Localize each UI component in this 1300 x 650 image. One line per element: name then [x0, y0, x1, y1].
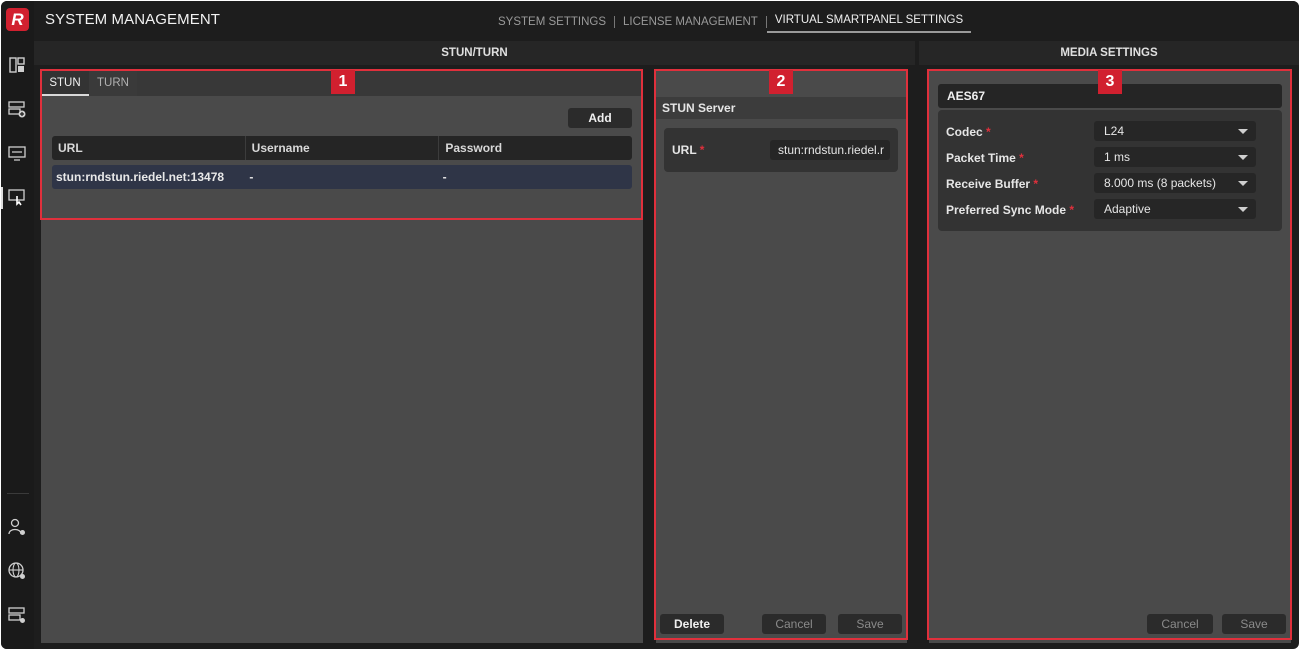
- preferred-sync-mode-label: Preferred Sync Mode *: [946, 203, 1075, 217]
- app-window: R SYSTEM MANAGEMENT SYSTEM SETTINGS LICE…: [1, 1, 1299, 649]
- tab-stun[interactable]: STUN: [41, 71, 89, 96]
- top-nav: SYSTEM SETTINGS LICENSE MANAGEMENT VIRTU…: [490, 11, 972, 33]
- tab-turn[interactable]: TURN: [89, 71, 137, 96]
- save-button[interactable]: Save: [1222, 614, 1286, 634]
- server-settings-icon[interactable]: [7, 605, 27, 625]
- stun-server-form-card: URL * stun:rndstun.riedel.r: [664, 128, 898, 172]
- url-field-label: URL *: [672, 143, 705, 157]
- stun-turn-tabs: STUN TURN: [41, 71, 137, 96]
- packet-time-label: Packet Time *: [946, 151, 1024, 165]
- device-add-icon[interactable]: [7, 99, 27, 119]
- chevron-down-icon: [1238, 155, 1248, 160]
- column-header-password[interactable]: Password: [439, 136, 632, 160]
- add-button[interactable]: Add: [568, 108, 632, 128]
- top-header: SYSTEM MANAGEMENT SYSTEM SETTINGS LICENS…: [34, 1, 1299, 39]
- callout-badge-2: 2: [769, 70, 793, 94]
- page-title: SYSTEM MANAGEMENT: [45, 11, 221, 28]
- column-header-url[interactable]: URL: [52, 136, 246, 160]
- stun-list-panel: STUN TURN Add URL Username Password stun…: [41, 71, 643, 643]
- cancel-button[interactable]: Cancel: [762, 614, 826, 634]
- callout-badge-3: 3: [1098, 70, 1122, 94]
- table-row[interactable]: stun:rndstun.riedel.net:13478 - -: [52, 165, 632, 189]
- left-rail: R: [1, 1, 34, 649]
- nav-system-settings[interactable]: SYSTEM SETTINGS: [490, 13, 614, 31]
- globe-settings-icon[interactable]: [7, 561, 27, 581]
- stun-turn-section-header: STUN/TURN: [34, 41, 915, 65]
- packet-time-select[interactable]: 1 ms: [1094, 147, 1256, 167]
- riedel-logo: R: [6, 8, 29, 31]
- receive-buffer-label: Receive Buffer *: [946, 177, 1039, 191]
- nav-virtual-smartpanel-settings[interactable]: VIRTUAL SMARTPANEL SETTINGS: [766, 11, 972, 33]
- user-settings-icon[interactable]: [7, 517, 27, 537]
- url-input[interactable]: stun:rndstun.riedel.r: [770, 140, 890, 160]
- table-header: URL Username Password: [52, 136, 632, 160]
- cancel-button[interactable]: Cancel: [1147, 614, 1213, 634]
- stun-server-panel: STUN Server URL * stun:rndstun.riedel.r …: [656, 71, 907, 643]
- active-rail-indicator: [1, 187, 3, 209]
- cell-url: stun:rndstun.riedel.net:13478: [56, 170, 225, 184]
- chevron-down-icon: [1238, 181, 1248, 186]
- media-settings-section-header: MEDIA SETTINGS: [919, 41, 1299, 65]
- chevron-down-icon: [1238, 207, 1248, 212]
- cell-username: -: [249, 170, 254, 184]
- delete-button[interactable]: Delete: [660, 614, 724, 634]
- preferred-sync-mode-select[interactable]: Adaptive: [1094, 199, 1256, 219]
- chevron-down-icon: [1238, 129, 1248, 134]
- nav-license-management[interactable]: LICENSE MANAGEMENT: [615, 13, 766, 31]
- receive-buffer-select[interactable]: 8.000 ms (8 packets): [1094, 173, 1256, 193]
- column-header-username[interactable]: Username: [246, 136, 440, 160]
- rail-divider: [7, 493, 29, 494]
- codec-label: Codec *: [946, 125, 991, 139]
- dashboard-icon[interactable]: [7, 55, 27, 75]
- touch-panel-icon[interactable]: [7, 187, 27, 207]
- callout-badge-1: 1: [331, 70, 355, 94]
- media-form-card: Codec * L24 Packet Time * 1 ms Receive B…: [938, 110, 1282, 231]
- media-settings-panel: AES67 Codec * L24 Packet Time * 1 ms Rec…: [929, 71, 1291, 643]
- tab-bar-background: [137, 71, 643, 96]
- stun-server-header: STUN Server: [656, 97, 907, 119]
- cell-password: -: [442, 170, 447, 184]
- monitor-settings-icon[interactable]: [7, 143, 27, 163]
- codec-select[interactable]: L24: [1094, 121, 1256, 141]
- save-button[interactable]: Save: [838, 614, 902, 634]
